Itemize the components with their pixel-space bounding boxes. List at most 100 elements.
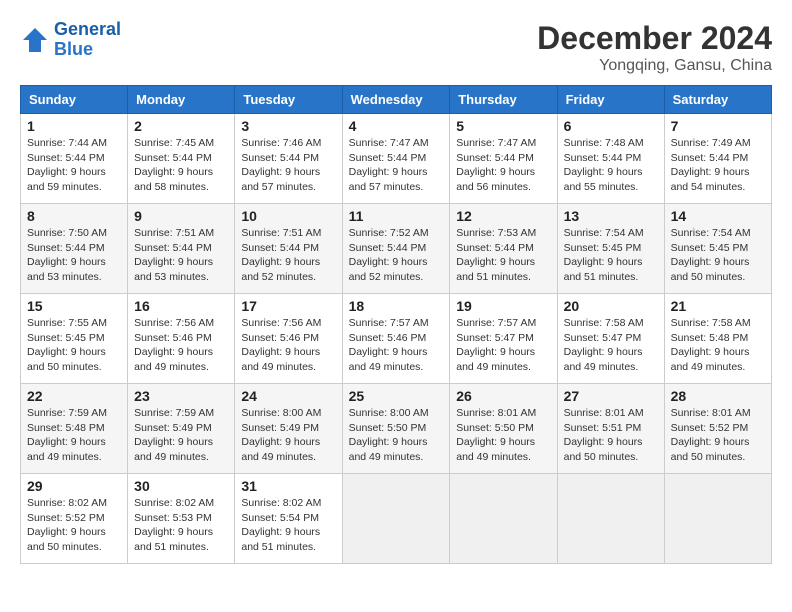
calendar-cell: 11 Sunrise: 7:52 AM Sunset: 5:44 PM Dayl… — [342, 204, 450, 294]
calendar-cell — [664, 474, 771, 564]
weekday-header: Wednesday — [342, 86, 450, 114]
day-info: Sunrise: 7:58 AM Sunset: 5:47 PM Dayligh… — [564, 316, 658, 375]
day-number: 22 — [27, 388, 121, 404]
weekday-header: Tuesday — [235, 86, 342, 114]
calendar-cell — [450, 474, 557, 564]
day-info: Sunrise: 8:00 AM Sunset: 5:49 PM Dayligh… — [241, 406, 335, 465]
calendar-cell: 3 Sunrise: 7:46 AM Sunset: 5:44 PM Dayli… — [235, 114, 342, 204]
calendar-cell — [342, 474, 450, 564]
calendar-cell: 6 Sunrise: 7:48 AM Sunset: 5:44 PM Dayli… — [557, 114, 664, 204]
day-number: 23 — [134, 388, 228, 404]
day-info: Sunrise: 7:50 AM Sunset: 5:44 PM Dayligh… — [27, 226, 121, 285]
day-info: Sunrise: 7:44 AM Sunset: 5:44 PM Dayligh… — [27, 136, 121, 195]
day-number: 29 — [27, 478, 121, 494]
day-number: 19 — [456, 298, 550, 314]
calendar-cell: 5 Sunrise: 7:47 AM Sunset: 5:44 PM Dayli… — [450, 114, 557, 204]
weekday-header: Saturday — [664, 86, 771, 114]
calendar-cell: 21 Sunrise: 7:58 AM Sunset: 5:48 PM Dayl… — [664, 294, 771, 384]
day-info: Sunrise: 7:57 AM Sunset: 5:47 PM Dayligh… — [456, 316, 550, 375]
calendar-cell: 9 Sunrise: 7:51 AM Sunset: 5:44 PM Dayli… — [128, 204, 235, 294]
calendar-cell: 25 Sunrise: 8:00 AM Sunset: 5:50 PM Dayl… — [342, 384, 450, 474]
day-number: 8 — [27, 208, 121, 224]
day-number: 30 — [134, 478, 228, 494]
title-block: December 2024 Yongqing, Gansu, China — [537, 20, 772, 75]
logo-icon — [20, 25, 50, 55]
day-info: Sunrise: 7:51 AM Sunset: 5:44 PM Dayligh… — [241, 226, 335, 285]
day-number: 13 — [564, 208, 658, 224]
day-info: Sunrise: 8:00 AM Sunset: 5:50 PM Dayligh… — [349, 406, 444, 465]
logo-text: General Blue — [54, 20, 121, 60]
day-info: Sunrise: 7:45 AM Sunset: 5:44 PM Dayligh… — [134, 136, 228, 195]
calendar-cell: 19 Sunrise: 7:57 AM Sunset: 5:47 PM Dayl… — [450, 294, 557, 384]
day-info: Sunrise: 7:55 AM Sunset: 5:45 PM Dayligh… — [27, 316, 121, 375]
calendar-week-row: 8 Sunrise: 7:50 AM Sunset: 5:44 PM Dayli… — [21, 204, 772, 294]
day-info: Sunrise: 7:59 AM Sunset: 5:49 PM Dayligh… — [134, 406, 228, 465]
day-info: Sunrise: 7:47 AM Sunset: 5:44 PM Dayligh… — [456, 136, 550, 195]
calendar-cell: 1 Sunrise: 7:44 AM Sunset: 5:44 PM Dayli… — [21, 114, 128, 204]
day-number: 6 — [564, 118, 658, 134]
day-info: Sunrise: 7:56 AM Sunset: 5:46 PM Dayligh… — [134, 316, 228, 375]
calendar-cell: 13 Sunrise: 7:54 AM Sunset: 5:45 PM Dayl… — [557, 204, 664, 294]
day-info: Sunrise: 8:01 AM Sunset: 5:50 PM Dayligh… — [456, 406, 550, 465]
calendar-cell: 12 Sunrise: 7:53 AM Sunset: 5:44 PM Dayl… — [450, 204, 557, 294]
day-info: Sunrise: 7:59 AM Sunset: 5:48 PM Dayligh… — [27, 406, 121, 465]
calendar-cell: 16 Sunrise: 7:56 AM Sunset: 5:46 PM Dayl… — [128, 294, 235, 384]
day-number: 28 — [671, 388, 765, 404]
day-number: 15 — [27, 298, 121, 314]
day-info: Sunrise: 7:54 AM Sunset: 5:45 PM Dayligh… — [671, 226, 765, 285]
day-info: Sunrise: 8:01 AM Sunset: 5:52 PM Dayligh… — [671, 406, 765, 465]
day-number: 27 — [564, 388, 658, 404]
weekday-header: Thursday — [450, 86, 557, 114]
day-info: Sunrise: 8:01 AM Sunset: 5:51 PM Dayligh… — [564, 406, 658, 465]
day-number: 24 — [241, 388, 335, 404]
calendar-cell: 24 Sunrise: 8:00 AM Sunset: 5:49 PM Dayl… — [235, 384, 342, 474]
weekday-header: Monday — [128, 86, 235, 114]
day-info: Sunrise: 7:46 AM Sunset: 5:44 PM Dayligh… — [241, 136, 335, 195]
day-number: 31 — [241, 478, 335, 494]
day-info: Sunrise: 7:53 AM Sunset: 5:44 PM Dayligh… — [456, 226, 550, 285]
calendar-cell: 30 Sunrise: 8:02 AM Sunset: 5:53 PM Dayl… — [128, 474, 235, 564]
logo-line2: Blue — [54, 39, 93, 59]
day-info: Sunrise: 7:58 AM Sunset: 5:48 PM Dayligh… — [671, 316, 765, 375]
day-number: 14 — [671, 208, 765, 224]
day-number: 10 — [241, 208, 335, 224]
day-number: 7 — [671, 118, 765, 134]
calendar-cell: 7 Sunrise: 7:49 AM Sunset: 5:44 PM Dayli… — [664, 114, 771, 204]
calendar-cell: 2 Sunrise: 7:45 AM Sunset: 5:44 PM Dayli… — [128, 114, 235, 204]
day-number: 2 — [134, 118, 228, 134]
day-number: 26 — [456, 388, 550, 404]
day-number: 9 — [134, 208, 228, 224]
calendar-cell: 23 Sunrise: 7:59 AM Sunset: 5:49 PM Dayl… — [128, 384, 235, 474]
calendar-cell: 31 Sunrise: 8:02 AM Sunset: 5:54 PM Dayl… — [235, 474, 342, 564]
calendar-cell: 8 Sunrise: 7:50 AM Sunset: 5:44 PM Dayli… — [21, 204, 128, 294]
day-info: Sunrise: 7:49 AM Sunset: 5:44 PM Dayligh… — [671, 136, 765, 195]
month-title: December 2024 — [537, 20, 772, 57]
calendar-cell: 17 Sunrise: 7:56 AM Sunset: 5:46 PM Dayl… — [235, 294, 342, 384]
day-info: Sunrise: 8:02 AM Sunset: 5:54 PM Dayligh… — [241, 496, 335, 555]
day-number: 17 — [241, 298, 335, 314]
location: Yongqing, Gansu, China — [537, 57, 772, 75]
page-header: General Blue December 2024 Yongqing, Gan… — [20, 20, 772, 75]
calendar-cell: 20 Sunrise: 7:58 AM Sunset: 5:47 PM Dayl… — [557, 294, 664, 384]
calendar-cell: 10 Sunrise: 7:51 AM Sunset: 5:44 PM Dayl… — [235, 204, 342, 294]
day-info: Sunrise: 7:47 AM Sunset: 5:44 PM Dayligh… — [349, 136, 444, 195]
day-number: 1 — [27, 118, 121, 134]
day-number: 21 — [671, 298, 765, 314]
calendar-cell: 15 Sunrise: 7:55 AM Sunset: 5:45 PM Dayl… — [21, 294, 128, 384]
day-number: 20 — [564, 298, 658, 314]
weekday-header: Friday — [557, 86, 664, 114]
day-number: 3 — [241, 118, 335, 134]
calendar-cell: 26 Sunrise: 8:01 AM Sunset: 5:50 PM Dayl… — [450, 384, 557, 474]
day-number: 5 — [456, 118, 550, 134]
day-info: Sunrise: 8:02 AM Sunset: 5:53 PM Dayligh… — [134, 496, 228, 555]
day-number: 12 — [456, 208, 550, 224]
calendar-week-row: 29 Sunrise: 8:02 AM Sunset: 5:52 PM Dayl… — [21, 474, 772, 564]
day-info: Sunrise: 7:48 AM Sunset: 5:44 PM Dayligh… — [564, 136, 658, 195]
calendar-week-row: 1 Sunrise: 7:44 AM Sunset: 5:44 PM Dayli… — [21, 114, 772, 204]
day-number: 11 — [349, 208, 444, 224]
day-info: Sunrise: 7:57 AM Sunset: 5:46 PM Dayligh… — [349, 316, 444, 375]
logo-line1: General — [54, 19, 121, 39]
day-number: 4 — [349, 118, 444, 134]
day-info: Sunrise: 7:52 AM Sunset: 5:44 PM Dayligh… — [349, 226, 444, 285]
day-number: 25 — [349, 388, 444, 404]
